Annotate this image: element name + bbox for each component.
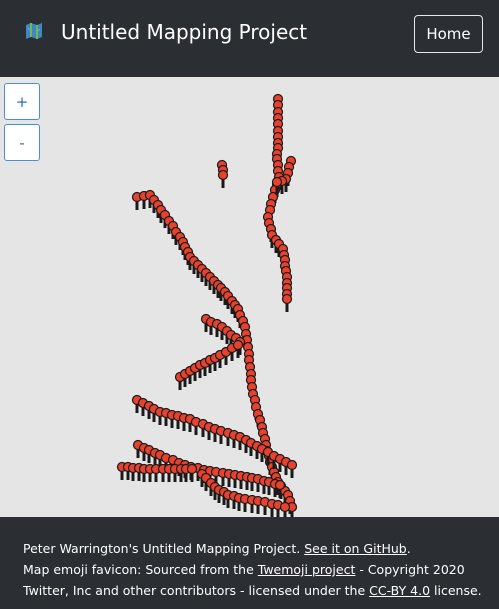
map-marker[interactable] bbox=[186, 463, 198, 483]
app-title[interactable]: Untitled Mapping Project bbox=[61, 18, 307, 46]
zoom-out-button[interactable]: - bbox=[4, 124, 40, 161]
map-marker[interactable] bbox=[281, 293, 293, 313]
zoom-in-button[interactable]: + bbox=[4, 83, 40, 120]
map-marker[interactable] bbox=[217, 169, 229, 189]
map-marker[interactable] bbox=[279, 501, 291, 518]
twemoji-link[interactable]: Twemoji project bbox=[258, 562, 356, 577]
github-link[interactable]: See it on GitHub bbox=[304, 541, 407, 556]
footer: Peter Warrington's Untitled Mapping Proj… bbox=[0, 517, 499, 609]
map-view[interactable]: + - bbox=[0, 77, 499, 517]
map-icon bbox=[26, 23, 42, 39]
home-button[interactable]: Home bbox=[414, 15, 483, 53]
footer-credit-line: Peter Warrington's Untitled Mapping Proj… bbox=[23, 541, 411, 556]
license-link[interactable]: CC-BY 4.0 bbox=[369, 583, 430, 598]
marker-layer bbox=[116, 93, 298, 518]
footer-attribution-line: Map emoji favicon: Sourced from the Twem… bbox=[23, 562, 482, 598]
map-marker[interactable] bbox=[286, 459, 298, 479]
navbar: Untitled Mapping Project Home bbox=[0, 0, 499, 77]
